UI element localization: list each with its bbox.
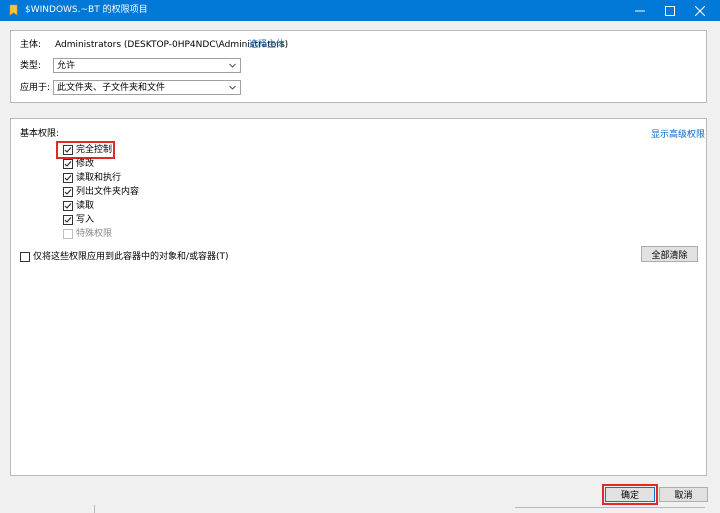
checkmark-icon — [64, 147, 72, 153]
checkbox[interactable] — [63, 145, 73, 155]
chevron-down-icon — [229, 63, 236, 68]
apply-only-label: 仅将这些权限应用到此容器中的对象和/或容器(T) — [33, 252, 229, 262]
checkbox[interactable] — [63, 173, 73, 183]
checkbox[interactable] — [63, 159, 73, 169]
select-principal-link[interactable]: 选择主体 — [249, 39, 285, 51]
apply-only-option[interactable]: 仅将这些权限应用到此容器中的对象和/或容器(T) — [20, 251, 229, 263]
type-dropdown[interactable]: 允许 — [53, 58, 241, 73]
minimize-icon — [635, 10, 645, 11]
checkmark-icon — [64, 175, 72, 181]
permission-label: 特殊权限 — [76, 229, 113, 239]
chevron-down-icon — [229, 85, 236, 90]
maximize-button[interactable] — [655, 0, 685, 21]
permission-modify[interactable]: 修改 — [63, 158, 94, 170]
close-icon — [695, 5, 705, 16]
permission-write[interactable]: 写入 — [63, 214, 94, 226]
permission-label: 修改 — [76, 159, 95, 169]
applies-to-dropdown[interactable]: 此文件夹、子文件夹和文件 — [53, 80, 241, 95]
checkmark-icon — [64, 161, 72, 167]
checkbox[interactable] — [63, 201, 73, 211]
type-dropdown-value: 允许 — [57, 61, 76, 71]
checkbox[interactable] — [63, 187, 73, 197]
cancel-button[interactable]: 取消 — [659, 487, 708, 502]
applies-to-label: 应用于: — [20, 83, 51, 93]
basic-permissions-heading: 基本权限: — [20, 129, 60, 139]
close-button[interactable] — [685, 0, 715, 21]
folder-icon — [9, 4, 18, 16]
permission-read[interactable]: 读取 — [63, 200, 94, 212]
permission-full-control[interactable]: 完全控制 — [63, 144, 112, 156]
checkmark-icon — [64, 203, 72, 209]
checkbox[interactable] — [20, 252, 30, 262]
show-advanced-permissions-link[interactable]: 显示高级权限 — [651, 129, 705, 141]
minimize-button[interactable] — [625, 0, 655, 21]
applies-to-dropdown-value: 此文件夹、子文件夹和文件 — [57, 83, 166, 93]
type-label: 类型: — [20, 61, 42, 71]
background-window-edge — [94, 505, 95, 513]
permission-label: 列出文件夹内容 — [76, 187, 140, 197]
clear-all-button[interactable]: 全部清除 — [641, 246, 698, 262]
title-bar: $WINDOWS.~BT 的权限项目 — [0, 0, 720, 21]
window-title: $WINDOWS.~BT 的权限项目 — [25, 5, 148, 15]
checkbox[interactable] — [63, 215, 73, 225]
checkmark-icon — [64, 189, 72, 195]
principal-label: 主体: — [20, 40, 42, 50]
permission-read-execute[interactable]: 读取和执行 — [63, 172, 121, 184]
checkbox — [63, 229, 73, 239]
permission-label: 完全控制 — [76, 145, 113, 155]
maximize-icon — [665, 5, 675, 16]
permission-label: 读取 — [76, 201, 95, 211]
background-window-buttons — [515, 507, 705, 513]
permission-list-folder[interactable]: 列出文件夹内容 — [63, 186, 139, 198]
permission-label: 写入 — [76, 215, 95, 225]
permission-special: 特殊权限 — [63, 228, 112, 240]
permission-label: 读取和执行 — [76, 173, 122, 183]
ok-button[interactable]: 确定 — [605, 487, 655, 502]
checkmark-icon — [64, 217, 72, 223]
